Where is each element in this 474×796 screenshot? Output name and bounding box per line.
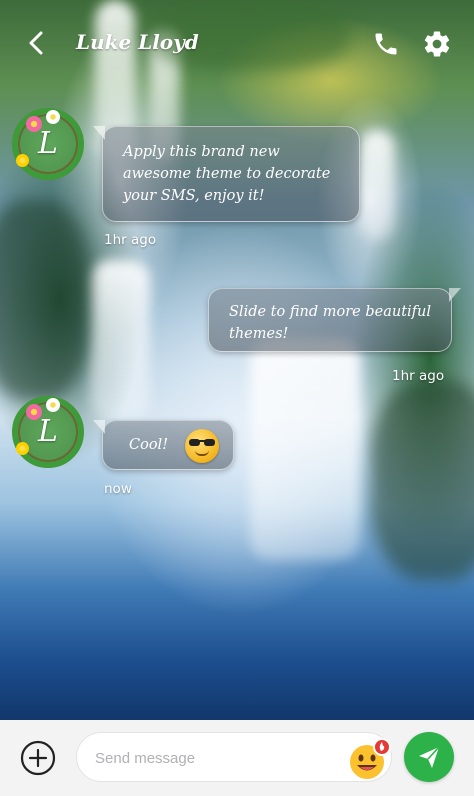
add-attachment-button[interactable] xyxy=(20,740,56,776)
flower-icon xyxy=(26,404,42,420)
contact-avatar[interactable]: L xyxy=(12,396,84,468)
gear-icon xyxy=(424,31,450,57)
message-text: Apply this brand new awesome theme to de… xyxy=(123,144,331,204)
message-bubble-outgoing[interactable]: Slide to find more beautiful themes! xyxy=(208,288,461,352)
message-input[interactable] xyxy=(95,745,335,771)
message-bubble-incoming[interactable]: Apply this brand new awesome theme to de… xyxy=(93,126,360,222)
emoji-button[interactable] xyxy=(347,738,391,782)
sunglasses-emoji-icon xyxy=(185,429,219,463)
theme-background xyxy=(0,0,474,720)
message-timestamp: 1hr ago xyxy=(104,232,157,248)
flower-icon xyxy=(16,442,29,455)
message-input-container xyxy=(76,732,392,782)
plus-circle-icon xyxy=(20,740,56,776)
message-bubble-incoming[interactable]: Cool! xyxy=(93,420,234,470)
chevron-left-icon xyxy=(29,31,43,55)
message-timestamp: now xyxy=(104,481,132,497)
sunglasses-icon xyxy=(189,439,215,446)
contact-name[interactable]: Luke Lloyd xyxy=(76,30,199,54)
send-button[interactable] xyxy=(404,732,454,782)
call-button[interactable] xyxy=(372,30,400,58)
message-text: Slide to find more beautiful themes! xyxy=(229,304,432,342)
flower-icon xyxy=(16,154,29,167)
flower-icon xyxy=(46,110,60,124)
send-arrow-icon xyxy=(419,746,440,768)
message-timestamp: 1hr ago xyxy=(392,368,445,384)
phone-icon xyxy=(375,33,397,55)
composer-bar xyxy=(0,720,474,796)
contact-avatar[interactable]: L xyxy=(12,108,84,180)
settings-button[interactable] xyxy=(422,29,452,59)
message-text: Cool! xyxy=(129,437,169,453)
smiley-emoji-icon xyxy=(350,738,391,779)
conversation-header: Luke Lloyd xyxy=(0,0,474,88)
back-button[interactable] xyxy=(22,28,52,58)
flower-icon xyxy=(46,398,60,412)
flower-icon xyxy=(26,116,42,132)
